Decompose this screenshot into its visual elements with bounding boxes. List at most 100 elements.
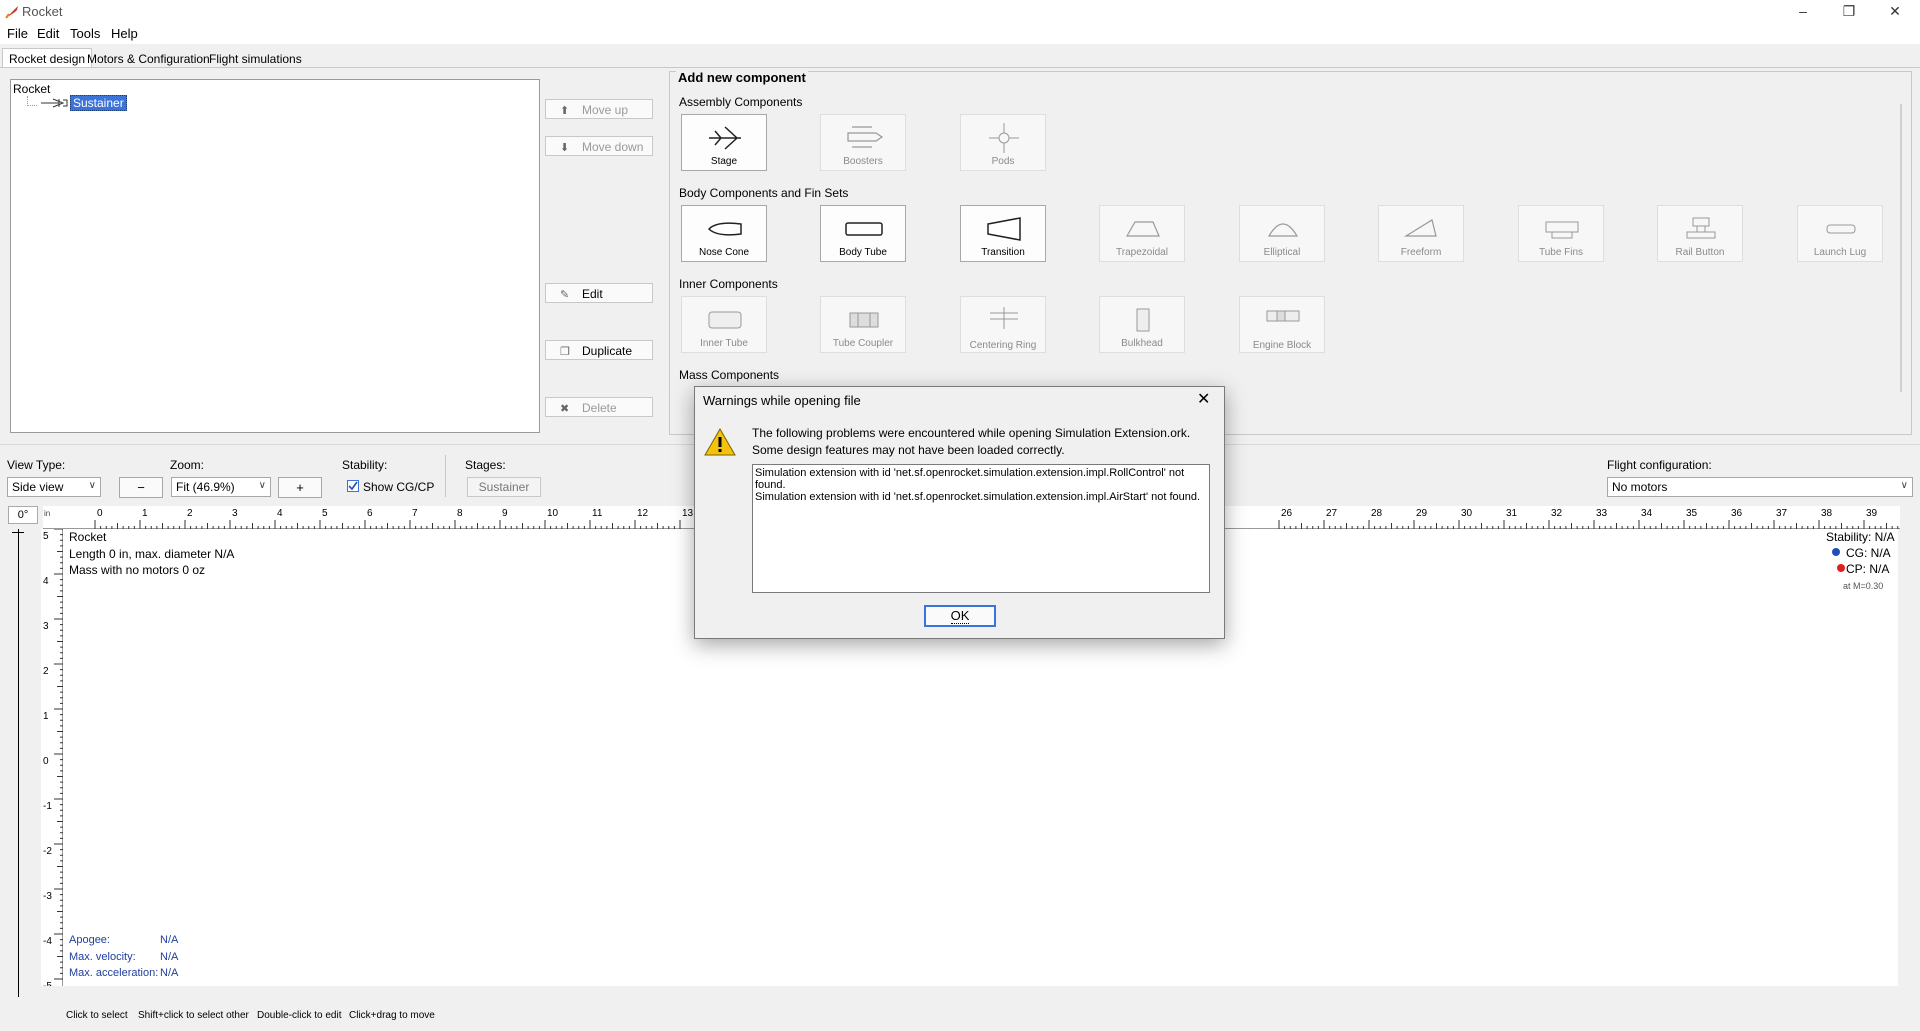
ruler-label: 0 [97, 508, 103, 519]
ruler-label: 30 [1461, 508, 1473, 519]
delete-button[interactable]: ✖ Delete [545, 397, 653, 417]
rotation-slider-handle[interactable] [12, 532, 24, 533]
ruler-label: -4 [43, 936, 52, 947]
warnings-textarea[interactable]: Simulation extension with id 'net.sf.ope… [752, 464, 1210, 593]
engine-block-button[interactable]: Engine Block [1239, 296, 1325, 353]
restore-icon[interactable]: ❐ [1826, 0, 1872, 24]
ruler-label: -1 [43, 801, 52, 812]
assembly-components-label: Assembly Components [679, 95, 803, 109]
trapezoidal-fins-button[interactable]: Trapezoidal [1099, 205, 1185, 262]
tree-item-sustainer[interactable]: Sustainer [70, 95, 127, 111]
tube-fins-button[interactable]: Tube Fins [1518, 205, 1604, 262]
duplicate-button[interactable]: ❐ Duplicate [545, 340, 653, 360]
zoom-in-button[interactable]: + [278, 477, 322, 498]
rotation-angle[interactable]: 0° [8, 506, 38, 524]
ruler-label: 6 [367, 508, 373, 519]
minimize-icon[interactable]: – [1780, 0, 1826, 24]
ruler-label: -3 [43, 891, 52, 902]
view-type-select[interactable]: Side view ∨ [7, 477, 101, 497]
tree-root-rocket[interactable]: Rocket [13, 82, 50, 96]
inner-tube-button[interactable]: Inner Tube [681, 296, 767, 353]
rotation-slider-track[interactable] [18, 529, 19, 997]
dialog-title: Warnings while opening file [703, 393, 861, 408]
app-icon [5, 6, 18, 19]
nose-cone-icon [707, 222, 742, 236]
ruler-label: 31 [1506, 508, 1518, 519]
ruler-label: 33 [1596, 508, 1608, 519]
toolbar-separator [445, 455, 446, 497]
stage-button[interactable]: Stage [681, 114, 767, 171]
chevron-down-icon: ∨ [1900, 480, 1908, 491]
warning-line: Simulation extension with id 'net.sf.ope… [755, 491, 1201, 503]
stability-label: Stability: [342, 458, 388, 472]
ruler-label: 32 [1551, 508, 1563, 519]
ruler-label: 1 [43, 711, 49, 722]
menu-edit[interactable]: Edit [37, 26, 59, 41]
tab-flight-simulations[interactable]: Flight simulations [202, 48, 309, 68]
ruler-label: 5 [322, 508, 328, 519]
bulkhead-button[interactable]: Bulkhead [1099, 296, 1185, 353]
centering-ring-button[interactable]: Centering Ring [960, 296, 1046, 353]
delete-icon: ✖ [560, 403, 570, 415]
flight-config-select[interactable]: No motors ∨ [1607, 477, 1913, 497]
freeform-fins-button[interactable]: Freeform [1378, 205, 1464, 262]
ruler-label: 3 [43, 621, 49, 632]
vertical-ruler: 5 4 3 2 1 0 -1 -2 -3 -4 -5 [41, 528, 63, 992]
ruler-unit: in [44, 509, 51, 518]
edit-button[interactable]: ✎ Edit [545, 283, 653, 303]
ruler-label: -5 [43, 981, 52, 986]
hint-click: Click to select [66, 1010, 128, 1021]
add-component-title: Add new component [676, 70, 808, 85]
move-down-button[interactable]: ⬇ Move down [545, 136, 653, 156]
ruler-label: 36 [1731, 508, 1743, 519]
menu-bar: File Edit Tools Help [0, 24, 1920, 44]
view-type-label: View Type: [7, 458, 66, 472]
chevron-down-icon: ∨ [88, 480, 96, 491]
stage-toggle-sustainer[interactable]: Sustainer [467, 477, 541, 497]
launch-lug-icon [1826, 224, 1856, 234]
ruler-label: -2 [43, 846, 52, 857]
zoom-out-button[interactable]: − [119, 477, 163, 498]
transition-icon [987, 217, 1021, 241]
flight-config-label: Flight configuration: [1607, 458, 1712, 472]
warnings-dialog: Warnings while opening file ✕ The follow… [694, 386, 1225, 639]
dialog-message-line2: Some design features may not have been l… [752, 443, 1065, 457]
menu-tools[interactable]: Tools [70, 26, 100, 41]
body-components-label: Body Components and Fin Sets [679, 186, 849, 200]
zoom-select[interactable]: Fit (46.9%) ∨ [171, 477, 271, 497]
max-acceleration-value: N/A [160, 967, 179, 979]
figure-mach: at M=0.30 [1843, 581, 1884, 591]
move-up-button[interactable]: ⬆ Move up [545, 99, 653, 119]
ruler-label: 8 [457, 508, 463, 519]
add-panel-scrollbar[interactable] [1900, 104, 1902, 392]
edit-icon: ✎ [560, 289, 570, 301]
ruler-label: 4 [43, 576, 49, 587]
ruler-label: 1 [142, 508, 148, 519]
boosters-button[interactable]: Boosters [820, 114, 906, 171]
transition-button[interactable]: Transition [960, 205, 1046, 262]
window-title: Rocket [22, 4, 63, 19]
ruler-label: 11 [592, 508, 603, 519]
tab-motors-configuration[interactable]: Motors & Configuration [80, 48, 217, 68]
apogee-label: Apogee: [69, 934, 110, 946]
component-tree[interactable]: Rocket Sustainer [10, 79, 540, 433]
dialog-close-icon[interactable]: ✕ [1197, 389, 1210, 409]
tree-connector [27, 96, 37, 106]
launch-lug-button[interactable]: Launch Lug [1797, 205, 1883, 262]
rail-button-button[interactable]: Rail Button [1657, 205, 1743, 262]
tube-coupler-button[interactable]: Tube Coupler [820, 296, 906, 353]
show-cgcp-checkbox[interactable] [347, 480, 359, 492]
zoom-in-icon: + [296, 480, 304, 495]
ok-button[interactable]: OK [924, 605, 996, 627]
body-tube-button[interactable]: Body Tube [820, 205, 906, 262]
elliptical-fins-button[interactable]: Elliptical [1239, 205, 1325, 262]
tab-rocket-design[interactable]: Rocket design [2, 48, 93, 68]
pods-button[interactable]: Pods [960, 114, 1046, 171]
menu-help[interactable]: Help [111, 26, 138, 41]
ruler-label: 2 [187, 508, 193, 519]
menu-file[interactable]: File [7, 26, 28, 41]
main-tabs: Rocket design Motors & Configuration Fli… [0, 46, 1920, 68]
ruler-label: 9 [502, 508, 508, 519]
nose-cone-button[interactable]: Nose Cone [681, 205, 767, 262]
close-icon[interactable]: ✕ [1872, 0, 1918, 24]
